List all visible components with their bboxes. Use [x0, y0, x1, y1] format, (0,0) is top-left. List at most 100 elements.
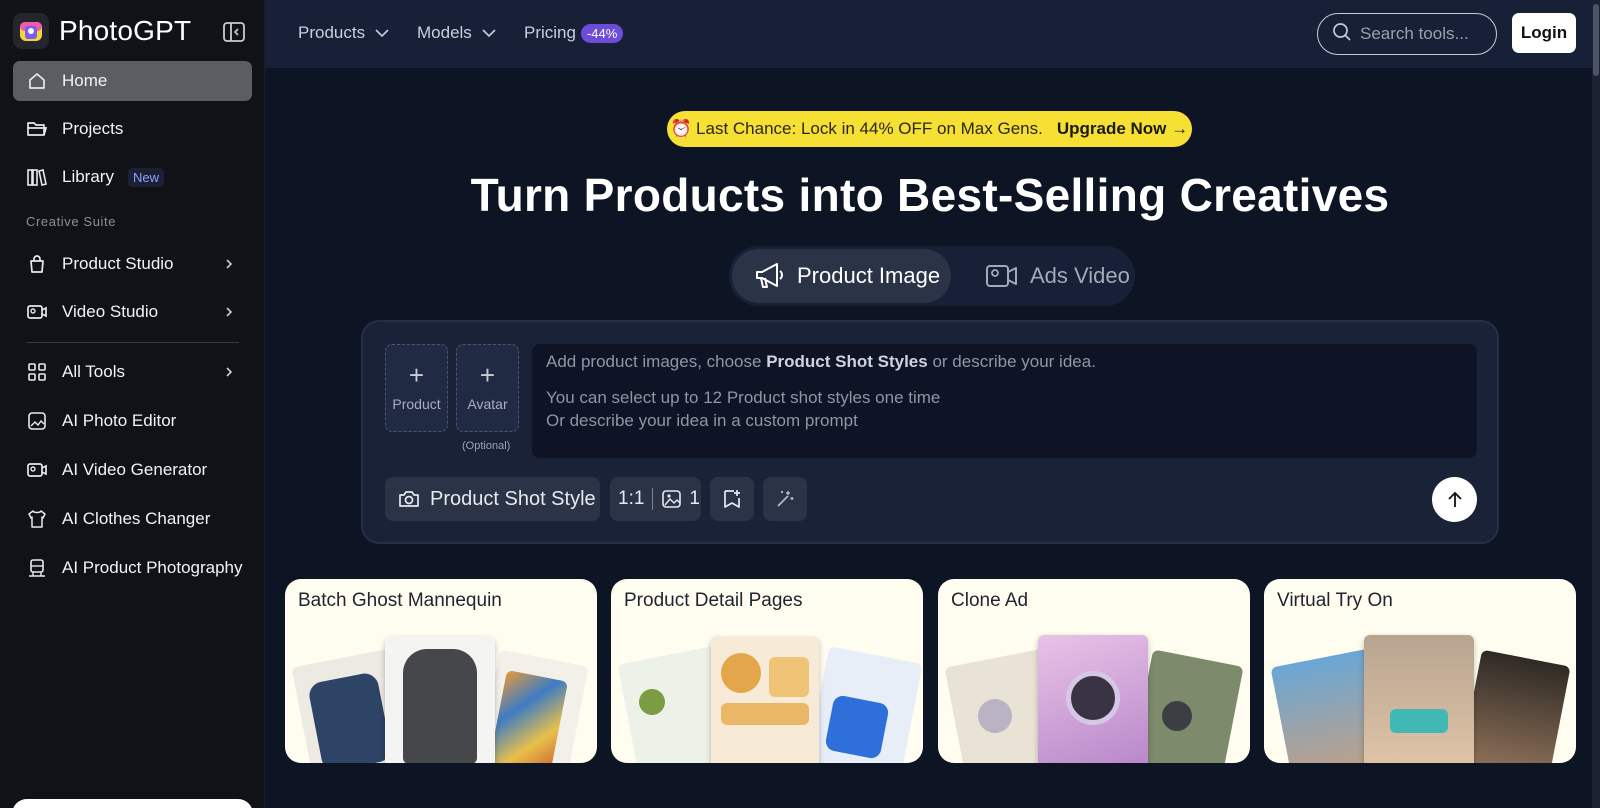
- page-title: Turn Products into Best-Selling Creative…: [470, 169, 1390, 221]
- bottom-action-button[interactable]: [12, 799, 253, 808]
- sidebar-item-label: AI Product Photography: [62, 558, 243, 577]
- chevron-down-icon: [375, 28, 389, 38]
- books-icon: [26, 166, 48, 188]
- promo-text: Last Chance: Lock in 44% OFF on Max Gens…: [696, 119, 1043, 138]
- add-bookmark-button[interactable]: [710, 477, 754, 521]
- magic-enhance-button[interactable]: [763, 477, 807, 521]
- sidebar-item-label: Projects: [62, 119, 124, 138]
- search-box[interactable]: [1317, 13, 1497, 55]
- button-label: Product Shot Style: [430, 487, 596, 510]
- sidebar-item-product-studio[interactable]: Product Studio: [13, 244, 252, 284]
- megaphone-icon: [752, 259, 786, 293]
- prompt-input[interactable]: Add product images, choose Product Shot …: [532, 344, 1477, 458]
- sidebar-item-label: AI Video Generator: [62, 460, 208, 479]
- sidebar-divider: [26, 342, 239, 343]
- sidebar-item-label: Video Studio: [62, 302, 159, 321]
- promo-banner[interactable]: ⏰ Last Chance: Lock in 44% OFF on Max Ge…: [667, 111, 1192, 147]
- photogpt-logo-icon: [13, 13, 49, 49]
- grid-icon: [26, 361, 48, 383]
- prompt-placeholder: Add product images, choose Product Shot …: [546, 352, 1463, 372]
- nav-label: Products: [298, 23, 366, 42]
- shopping-bag-icon: [26, 253, 48, 275]
- card-title: Product Detail Pages: [624, 590, 803, 611]
- chevron-right-icon: [222, 304, 236, 320]
- sidebar-item-projects[interactable]: Projects: [13, 109, 252, 149]
- card-virtual-try-on[interactable]: Virtual Try On: [1264, 579, 1576, 763]
- sidebar-item-label: AI Photo Editor: [62, 411, 177, 430]
- sidebar-item-ai-clothes-changer[interactable]: AI Clothes Changer: [13, 499, 252, 539]
- sidebar-item-home[interactable]: Home: [13, 61, 252, 101]
- photo-edit-icon: [26, 410, 48, 432]
- video-icon: [985, 259, 1019, 293]
- card-product-detail-pages[interactable]: Product Detail Pages: [611, 579, 923, 763]
- bookmark-plus-icon: [721, 488, 743, 510]
- camera-icon: [398, 489, 420, 509]
- chevron-down-icon: [482, 28, 496, 38]
- upload-label: Avatar: [467, 396, 508, 412]
- new-badge: New: [127, 167, 164, 187]
- video-camera-icon: [26, 301, 48, 323]
- tab-product-image[interactable]: Product Image: [732, 249, 951, 303]
- tab-ads-video[interactable]: Ads Video: [965, 249, 1135, 303]
- upload-product-button[interactable]: + Product: [385, 344, 448, 432]
- section-label: Creative Suite: [26, 214, 117, 229]
- plus-icon: +: [479, 360, 496, 390]
- sidebar-item-video-studio[interactable]: Video Studio: [13, 292, 252, 332]
- search-input[interactable]: [1360, 24, 1490, 44]
- sidebar-item-label: Home: [62, 71, 108, 90]
- card-title: Virtual Try On: [1277, 590, 1393, 611]
- prompt-highlight: Product Shot Styles: [766, 352, 928, 371]
- sidebar-item-ai-product-photography[interactable]: AI Product Photography: [13, 548, 252, 588]
- optional-note: (Optional): [462, 440, 511, 452]
- brand-name: PhotoGPT: [59, 15, 192, 46]
- nav-models[interactable]: Models: [417, 23, 496, 43]
- sidebar-item-all-tools[interactable]: All Tools: [13, 352, 252, 392]
- card-batch-ghost-mannequin[interactable]: Batch Ghost Mannequin: [285, 579, 597, 763]
- upload-label: Product: [392, 396, 441, 412]
- sidebar-item-label: Product Studio: [62, 254, 174, 273]
- sidebar-item-library[interactable]: Library New: [13, 157, 252, 197]
- ratio-count-selector[interactable]: 1:1 1: [610, 477, 701, 521]
- mode-tabs: Product Image Ads Video: [729, 246, 1135, 306]
- images-icon: [661, 489, 683, 509]
- folder-icon: [26, 118, 48, 140]
- alarm-clock-icon: ⏰: [670, 119, 693, 138]
- nav-products[interactable]: Products: [298, 23, 389, 43]
- video-camera-icon: [26, 459, 48, 481]
- nav-pricing[interactable]: Pricing -44%: [524, 23, 624, 43]
- tab-label: Ads Video: [1030, 263, 1130, 288]
- nav-label: Models: [417, 23, 472, 42]
- sidebar: PhotoGPT Home Projects Library New Creat…: [0, 0, 265, 808]
- prompt-hint-2: Or describe your idea in a custom prompt: [546, 411, 858, 430]
- submit-button[interactable]: [1432, 477, 1477, 522]
- sidebar-toggle-icon[interactable]: [222, 20, 246, 44]
- shirt-icon: [26, 508, 48, 530]
- card-title: Batch Ghost Mannequin: [298, 590, 502, 611]
- upload-avatar-button[interactable]: + Avatar: [456, 344, 519, 432]
- tab-label: Product Image: [797, 263, 941, 288]
- magic-wand-icon: [774, 488, 796, 510]
- chevron-right-icon: [222, 364, 236, 380]
- sidebar-item-label: Library: [62, 167, 114, 186]
- upgrade-now-link[interactable]: Upgrade Now →: [1057, 119, 1188, 139]
- chevron-right-icon: [222, 256, 236, 272]
- card-title: Clone Ad: [951, 590, 1029, 611]
- product-camera-icon: [26, 557, 48, 579]
- sidebar-item-label: AI Clothes Changer: [62, 509, 211, 528]
- separator: [652, 488, 654, 510]
- discount-badge: -44%: [580, 23, 624, 43]
- card-clone-ad[interactable]: Clone Ad: [938, 579, 1250, 763]
- brand[interactable]: PhotoGPT: [13, 13, 191, 49]
- prompt-hint-1: You can select up to 12 Product shot sty…: [546, 388, 941, 407]
- scrollbar-track[interactable]: [1592, 0, 1600, 808]
- login-button[interactable]: Login: [1512, 13, 1576, 53]
- product-shot-style-button[interactable]: Product Shot Style: [385, 477, 600, 521]
- aspect-ratio-value: 1:1: [618, 488, 645, 509]
- sidebar-item-ai-video-generator[interactable]: AI Video Generator: [13, 450, 252, 490]
- sidebar-item-ai-photo-editor[interactable]: AI Photo Editor: [13, 401, 252, 441]
- plus-icon: +: [408, 360, 425, 390]
- scrollbar-thumb[interactable]: [1593, 4, 1599, 76]
- image-count-value: 1: [689, 488, 700, 509]
- nav-label: Pricing: [524, 23, 576, 42]
- search-icon: [1332, 22, 1352, 47]
